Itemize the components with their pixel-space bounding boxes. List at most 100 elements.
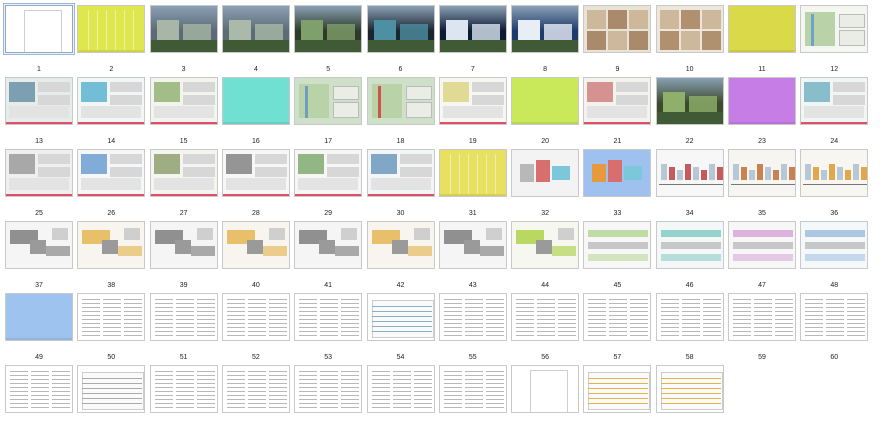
table-row-line <box>660 383 721 384</box>
page-thumbnail[interactable]: 42 <box>364 219 436 289</box>
page-thumbnail[interactable] <box>653 363 725 431</box>
page-thumbnail[interactable]: 59 <box>725 291 797 361</box>
page-thumbnail[interactable]: 57 <box>580 291 652 361</box>
guide-line <box>88 10 90 50</box>
page-thumbnail[interactable]: 37 <box>2 219 74 289</box>
page-number: 26 <box>107 210 116 217</box>
page-thumbnail[interactable] <box>74 363 146 431</box>
page-preview <box>5 221 73 269</box>
page-thumbnail[interactable]: 24 <box>797 75 869 145</box>
page-thumbnail[interactable]: 33 <box>580 147 652 217</box>
page-thumbnail[interactable]: 53 <box>291 291 363 361</box>
page-thumbnail[interactable]: 10 <box>653 3 725 73</box>
text-line <box>702 303 721 304</box>
page-thumbnail[interactable]: 7 <box>436 3 508 73</box>
page-thumbnail[interactable] <box>291 363 363 431</box>
page-number: 28 <box>251 210 260 217</box>
text-line <box>754 319 772 320</box>
text-line <box>299 335 318 336</box>
page-thumbnail[interactable]: 48 <box>797 219 869 289</box>
page-thumbnail[interactable]: 26 <box>74 147 146 217</box>
page-thumbnail[interactable] <box>436 363 508 431</box>
page-thumbnail[interactable]: 17 <box>291 75 363 145</box>
text-line <box>154 319 173 320</box>
page-thumbnail[interactable]: 58 <box>653 291 725 361</box>
text-line <box>175 379 194 380</box>
page-thumbnail[interactable]: 60 <box>797 291 869 361</box>
page-thumbnail[interactable]: 19 <box>436 75 508 145</box>
page-thumbnail[interactable]: 29 <box>291 147 363 217</box>
page-thumbnail[interactable]: 45 <box>580 219 652 289</box>
page-thumbnail[interactable]: 23 <box>725 75 797 145</box>
text-line <box>196 331 215 332</box>
page-thumbnail[interactable]: 28 <box>219 147 291 217</box>
page-thumbnail[interactable]: 40 <box>219 219 291 289</box>
page-thumbnail[interactable]: 55 <box>436 291 508 361</box>
panel-text <box>182 154 215 164</box>
page-thumbnail[interactable]: 13 <box>2 75 74 145</box>
page-thumbnail[interactable] <box>508 363 580 431</box>
page-thumbnail[interactable]: 8 <box>508 3 580 73</box>
elevation-strip <box>805 242 866 249</box>
page-thumbnail[interactable]: 3 <box>147 3 219 73</box>
text-line <box>464 319 483 320</box>
page-thumbnail[interactable] <box>219 363 291 431</box>
page-thumbnail[interactable]: 4 <box>219 3 291 73</box>
page-preview <box>366 149 435 197</box>
page-thumbnail[interactable]: 50 <box>74 291 146 361</box>
page-thumbnail[interactable]: 18 <box>364 75 436 145</box>
text-line <box>754 323 772 324</box>
page-thumbnail[interactable]: 35 <box>725 147 797 217</box>
page-thumbnail[interactable]: 27 <box>147 147 219 217</box>
page-thumbnail[interactable]: 52 <box>219 291 291 361</box>
page-thumbnail[interactable]: 12 <box>797 3 869 73</box>
page-thumbnail[interactable]: 43 <box>436 219 508 289</box>
text-line <box>52 383 70 384</box>
page-thumbnail[interactable]: 46 <box>653 219 725 289</box>
page-thumbnail[interactable]: 38 <box>74 219 146 289</box>
page-thumbnail[interactable]: 36 <box>797 147 869 217</box>
page-thumbnail[interactable]: 9 <box>580 3 652 73</box>
page-thumbnail[interactable]: 6 <box>364 3 436 73</box>
page-thumbnail[interactable]: 25 <box>2 147 74 217</box>
page-thumbnail[interactable]: 22 <box>653 75 725 145</box>
table-row-line <box>371 316 432 317</box>
page-thumbnail[interactable]: 56 <box>508 291 580 361</box>
page-thumbnail[interactable] <box>364 363 436 431</box>
page-thumbnail[interactable]: 34 <box>653 147 725 217</box>
page-thumbnail[interactable]: 31 <box>436 147 508 217</box>
text-line <box>226 387 245 388</box>
page-thumbnail[interactable]: 11 <box>725 3 797 73</box>
page-thumbnail[interactable]: 44 <box>508 219 580 289</box>
page-thumbnail[interactable]: 39 <box>147 219 219 289</box>
panel-text <box>442 106 503 118</box>
page-thumbnail[interactable]: 2 <box>74 3 146 73</box>
page-thumbnail[interactable]: 15 <box>147 75 219 145</box>
page-thumbnail[interactable] <box>580 363 652 431</box>
text-line <box>299 299 318 300</box>
section-bar <box>757 164 763 180</box>
page-thumbnail[interactable]: 49 <box>2 291 74 361</box>
page-thumbnail[interactable]: 30 <box>364 147 436 217</box>
page-thumbnail[interactable]: 51 <box>147 291 219 361</box>
text-line <box>443 311 462 312</box>
page-thumbnail[interactable]: 1 <box>2 3 75 73</box>
page-thumbnail[interactable]: 41 <box>291 219 363 289</box>
footer-strip <box>150 194 217 196</box>
text-line <box>82 335 101 336</box>
page-thumbnail[interactable] <box>147 363 219 431</box>
page-thumbnail[interactable]: 14 <box>74 75 146 145</box>
text-line <box>681 315 700 316</box>
page-thumbnail[interactable]: 47 <box>725 219 797 289</box>
page-thumbnail[interactable]: 20 <box>508 75 580 145</box>
blank-page <box>24 10 62 52</box>
page-thumbnail[interactable]: 16 <box>219 75 291 145</box>
page-thumbnail[interactable]: 32 <box>508 147 580 217</box>
page-thumbnail[interactable] <box>2 363 74 431</box>
page-thumbnail[interactable]: 21 <box>580 75 652 145</box>
page-thumbnail[interactable]: 5 <box>291 3 363 73</box>
page-thumbnail[interactable]: 54 <box>364 291 436 361</box>
text-line <box>609 303 628 304</box>
text-line <box>175 335 194 336</box>
text-line <box>826 335 845 336</box>
